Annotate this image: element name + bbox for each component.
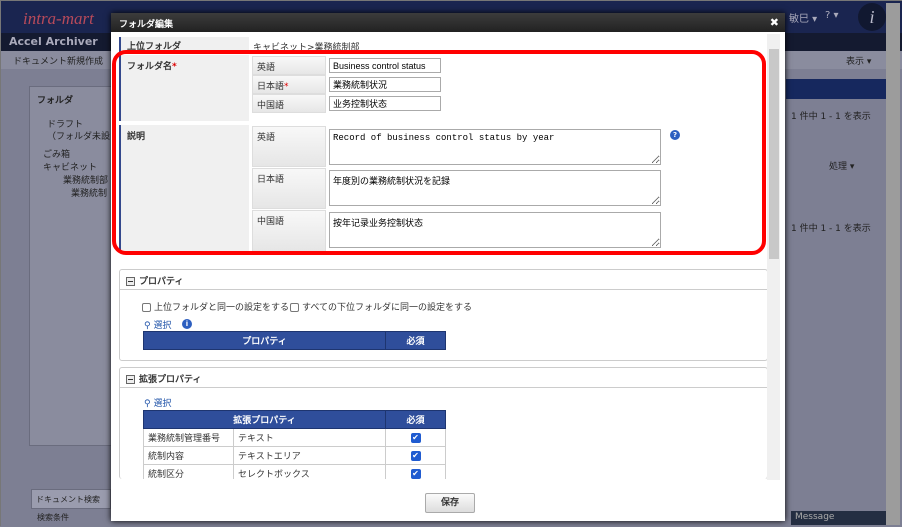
page-scrollbar[interactable] [886, 3, 900, 525]
list-header [786, 79, 891, 99]
col-required: 必須 [385, 331, 446, 350]
checkbox-label: すべての下位フォルダに同一の設定をする [302, 303, 473, 313]
table-row: 統制内容 テキストエリア ✔ [143, 446, 446, 465]
cell-name: 業務統制管理番号 [143, 428, 234, 447]
cell-type: テキストエリア [233, 446, 386, 465]
logo: intra-mart [23, 9, 94, 28]
intra-mart-icon[interactable]: i [858, 3, 886, 31]
result-count: 1 件中 1 - 1 を表示 [791, 112, 871, 122]
checkbox-icon[interactable] [290, 303, 299, 312]
process-menu[interactable]: 処理 ▾ [829, 159, 854, 172]
properties-title: プロパティ [139, 277, 184, 287]
select-properties-link[interactable]: ⚲ 選択 [144, 318, 171, 331]
folder-panel-title: フォルダ [37, 96, 74, 106]
close-icon[interactable]: ✖ [770, 16, 779, 29]
folder-edit-dialog: フォルダ編集 ✖ 上位フォルダ キャビネット>業務統制部 フォルダ名* 英語 日… [111, 13, 785, 521]
properties-header[interactable]: プロパティ [120, 270, 767, 290]
cell-required: ✔ [385, 428, 446, 447]
dialog-title-bar: フォルダ編集 [111, 13, 785, 32]
search-condition-label: 検索条件 [37, 513, 69, 522]
properties-section: プロパティ 上位フォルダと同一の設定をする すべての下位フォルダに同一の設定をす… [119, 269, 768, 361]
link-label: 選択 [153, 321, 172, 331]
ext-properties-section: 拡張プロパティ ⚲ 選択 拡張プロパティ 必須 業務統制管理番号 テキスト ✔ 統制内… [119, 367, 768, 479]
scrollbar-thumb[interactable] [769, 49, 779, 259]
tree-trash[interactable]: ごみ箱 [43, 147, 70, 160]
link-label: 選択 [153, 399, 172, 409]
save-button[interactable]: 保存 [425, 493, 475, 513]
tree-cabinet[interactable]: キャビネット [43, 160, 97, 173]
checkbox-icon[interactable] [142, 303, 151, 312]
tree-unset[interactable]: （フォルダ未設 [47, 129, 110, 142]
col-ext-property: 拡張プロパティ [143, 410, 386, 429]
collapse-icon[interactable] [126, 277, 135, 286]
cell-required: ✔ [385, 446, 446, 465]
ext-properties-title: 拡張プロパティ [139, 375, 202, 385]
result-count-bottom: 1 件中 1 - 1 を表示 [791, 224, 871, 234]
tab-document-search[interactable]: ドキュメント検索 [31, 489, 111, 509]
message-bar[interactable]: Message [791, 511, 891, 525]
ext-properties-table: 拡張プロパティ 必須 業務統制管理番号 テキスト ✔ 統制内容 テキストエリア ✔ 統制区… [143, 410, 446, 479]
info-icon[interactable]: i [182, 319, 192, 329]
user-menu[interactable]: 敏巳 ▾ [789, 10, 817, 25]
ext-properties-header[interactable]: 拡張プロパティ [120, 368, 767, 388]
highlight-annotation [112, 50, 766, 255]
apply-children-checkbox[interactable]: すべての下位フォルダに同一の設定をする [290, 300, 472, 313]
col-property: プロパティ [143, 331, 386, 350]
table-row: 統制区分 セレクトボックス ✔ [143, 464, 446, 479]
cell-name: 統制内容 [143, 446, 234, 465]
tree-dept[interactable]: 業務統制部 [63, 173, 108, 186]
checkbox-label: 上位フォルダと同一の設定をする [154, 303, 290, 313]
required-checkbox[interactable]: ✔ [410, 468, 421, 479]
required-checkbox[interactable]: ✔ [410, 432, 421, 443]
dialog-scrollbar[interactable] [767, 34, 780, 480]
cell-required: ✔ [385, 464, 446, 479]
cell-type: テキスト [233, 428, 386, 447]
tree-folder[interactable]: 業務統制 [71, 186, 107, 199]
required-checkbox[interactable]: ✔ [410, 450, 421, 461]
cell-name: 統制区分 [143, 464, 234, 479]
collapse-icon[interactable] [126, 375, 135, 384]
cell-type: セレクトボックス [233, 464, 386, 479]
view-menu[interactable]: 表示 ▾ [846, 54, 871, 67]
same-as-parent-checkbox[interactable]: 上位フォルダと同一の設定をする [142, 300, 289, 313]
properties-table: プロパティ 必須 [143, 331, 446, 350]
table-row: 業務統制管理番号 テキスト ✔ [143, 428, 446, 447]
help-menu[interactable]: ? ▾ [825, 10, 839, 21]
col-required: 必須 [385, 410, 446, 429]
select-ext-properties-link[interactable]: ⚲ 選択 [144, 396, 171, 409]
dialog-title: フォルダ編集 [119, 20, 174, 30]
